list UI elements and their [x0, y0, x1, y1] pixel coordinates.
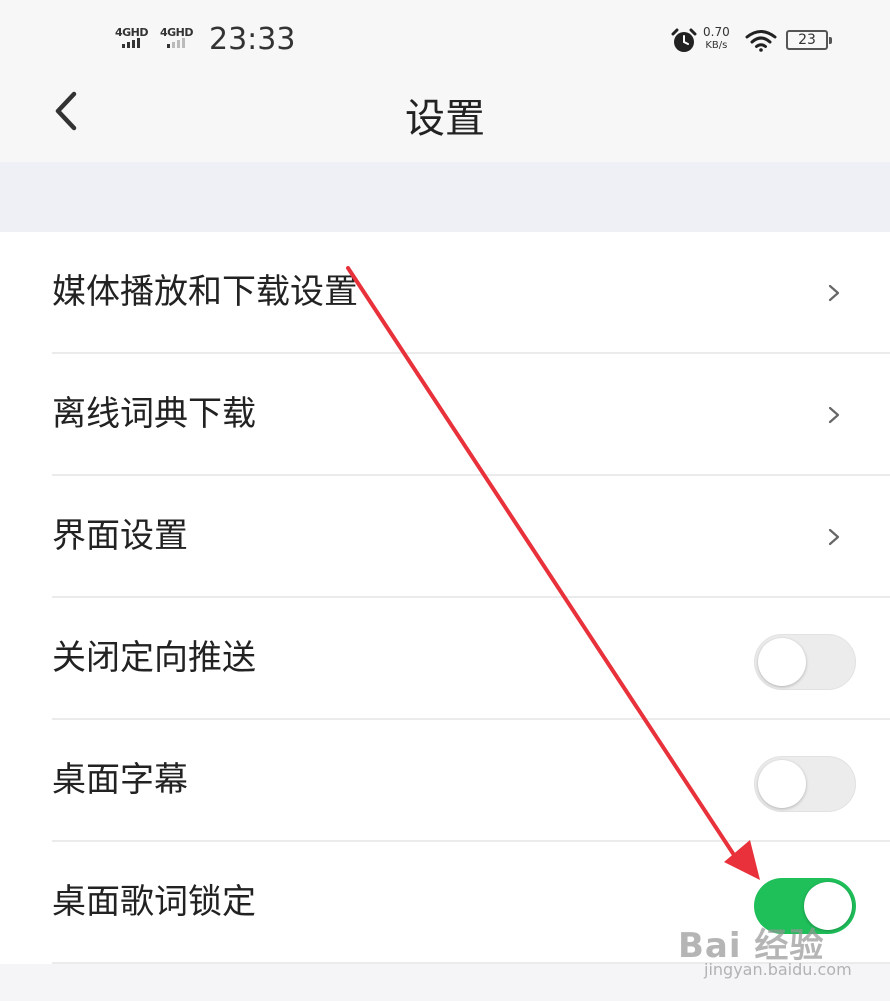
status-time: 23:33	[209, 22, 296, 57]
chevron-right-icon	[828, 528, 840, 546]
page-title: 设置	[405, 96, 485, 142]
wifi-icon	[745, 30, 777, 52]
desktop-subtitles-toggle[interactable]	[754, 756, 856, 812]
watermark-sub: jingyan.baidu.com	[704, 960, 852, 979]
setting-offline-dictionary[interactable]: 离线词典下载	[0, 354, 890, 476]
settings-list: 媒体播放和下载设置 离线词典下载 界面设置 关闭定向推送 桌面字幕 桌面歌词锁定	[0, 232, 890, 964]
setting-label: 桌面字幕	[52, 760, 188, 800]
setting-interface[interactable]: 界面设置	[0, 476, 890, 598]
setting-label: 离线词典下载	[52, 394, 256, 434]
setting-label: 关闭定向推送	[52, 638, 256, 678]
toggle-knob	[758, 760, 806, 808]
net-speed-value: 0.70	[703, 25, 730, 39]
targeted-push-toggle[interactable]	[754, 634, 856, 690]
setting-desktop-subtitles: 桌面字幕	[0, 720, 890, 842]
section-gap	[0, 162, 890, 232]
signal-icon-2	[167, 38, 185, 48]
baidu-watermark: Bai 经验 jingyan.baidu.com	[660, 918, 852, 988]
status-bar: 4GHD 4GHD 23:33 0.70 KB/s 23	[0, 0, 890, 78]
setting-label: 界面设置	[52, 516, 188, 556]
battery-icon: 23	[786, 30, 832, 50]
setting-media-playback-download[interactable]: 媒体播放和下载设置	[0, 232, 890, 354]
alarm-icon	[671, 28, 697, 52]
net-speed-unit: KB/s	[705, 40, 728, 51]
net-speed: 0.70 KB/s	[703, 26, 730, 52]
chevron-right-icon	[828, 284, 840, 302]
setting-label: 桌面歌词锁定	[52, 882, 256, 922]
setting-disable-targeted-push: 关闭定向推送	[0, 598, 890, 720]
setting-label: 媒体播放和下载设置	[52, 272, 358, 312]
chevron-right-icon	[828, 406, 840, 424]
signal-icon-1	[122, 38, 140, 48]
battery-level: 23	[798, 32, 816, 48]
title-bar: 设置	[0, 78, 890, 162]
toggle-knob	[758, 638, 806, 686]
